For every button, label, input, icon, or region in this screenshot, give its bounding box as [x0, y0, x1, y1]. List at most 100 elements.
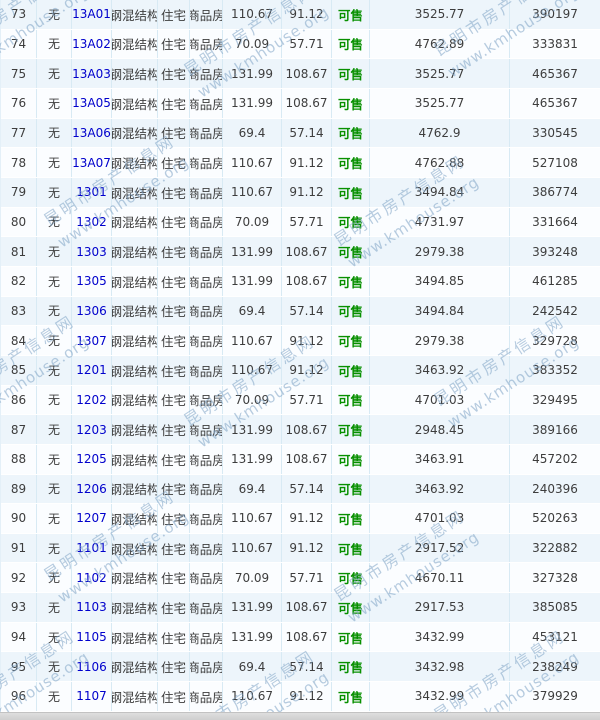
cell-annex: 无 — [37, 267, 72, 296]
room-number-link[interactable]: 1105 — [76, 630, 107, 644]
cell-sequence-number: 83 — [1, 297, 37, 326]
cell-price: 3494.84 — [370, 297, 510, 326]
cell-build-area: 69.4 — [223, 119, 282, 148]
cell-sale-status: 可售 — [332, 475, 370, 504]
status-badge: 可售 — [338, 361, 363, 380]
cell-sequence-number: 78 — [1, 148, 37, 177]
cell-inner-area: 108.67 — [282, 59, 332, 88]
cell-structure: 钢混结构 — [112, 593, 158, 622]
cell-sequence-number: 95 — [1, 652, 37, 681]
cell-record-id: 461285 — [510, 267, 600, 296]
cell-sequence-number: 79 — [1, 178, 37, 207]
room-number-link[interactable]: 1306 — [76, 304, 107, 318]
cell-annex: 无 — [37, 445, 72, 474]
cell-price: 2979.38 — [370, 326, 510, 355]
cell-inner-area: 57.71 — [282, 30, 332, 59]
room-number-link[interactable]: 1302 — [76, 215, 107, 229]
cell-category: 商品房 — [190, 356, 223, 385]
room-number-link[interactable]: 13A03 — [72, 67, 111, 81]
cell-annex: 无 — [37, 563, 72, 592]
status-badge: 可售 — [338, 301, 363, 320]
table-row: 80 无 1302 钢混结构 住宅 商品房 70.09 57.71 可售 473… — [1, 208, 600, 238]
room-number-link[interactable]: 1106 — [76, 660, 107, 674]
room-number-link[interactable]: 1205 — [76, 452, 107, 466]
cell-sequence-number: 74 — [1, 30, 37, 59]
room-number-link[interactable]: 1102 — [76, 571, 107, 585]
status-badge: 可售 — [338, 212, 363, 231]
cell-room-number: 1105 — [72, 623, 112, 652]
room-number-link[interactable]: 1202 — [76, 393, 107, 407]
room-number-link[interactable]: 13A07 — [72, 156, 111, 170]
room-number-link[interactable]: 13A05 — [72, 96, 111, 110]
cell-record-id: 527108 — [510, 148, 600, 177]
cell-price: 3432.99 — [370, 623, 510, 652]
cell-build-area: 131.99 — [223, 237, 282, 266]
cell-inner-area: 57.71 — [282, 563, 332, 592]
cell-category: 商品房 — [190, 386, 223, 415]
cell-structure: 钢混结构 — [112, 445, 158, 474]
cell-sale-status: 可售 — [332, 59, 370, 88]
room-number-link[interactable]: 1107 — [76, 689, 107, 703]
room-number-link[interactable]: 1201 — [76, 363, 107, 377]
cell-room-number: 13A06 — [72, 119, 112, 148]
cell-category: 商品房 — [190, 178, 223, 207]
table-row: 94 无 1105 钢混结构 住宅 商品房 131.99 108.67 可售 3… — [1, 623, 600, 653]
cell-record-id: 390197 — [510, 0, 600, 29]
room-number-link[interactable]: 1206 — [76, 482, 107, 496]
status-badge: 可售 — [338, 687, 363, 706]
cell-structure: 钢混结构 — [112, 119, 158, 148]
cell-inner-area: 57.14 — [282, 475, 332, 504]
cell-room-number: 1205 — [72, 445, 112, 474]
cell-inner-area: 108.67 — [282, 623, 332, 652]
status-badge: 可售 — [338, 628, 363, 647]
status-badge: 可售 — [338, 331, 363, 350]
room-number-link[interactable]: 13A02 — [72, 37, 111, 51]
cell-build-area: 69.4 — [223, 297, 282, 326]
room-number-link[interactable]: 1303 — [76, 245, 107, 259]
cell-sale-status: 可售 — [332, 356, 370, 385]
cell-usage: 住宅 — [158, 534, 190, 563]
status-badge: 可售 — [338, 598, 363, 617]
cell-category: 商品房 — [190, 148, 223, 177]
cell-structure: 钢混结构 — [112, 356, 158, 385]
cell-structure: 钢混结构 — [112, 504, 158, 533]
room-number-link[interactable]: 13A01 — [72, 7, 111, 21]
status-badge: 可售 — [338, 64, 363, 83]
cell-record-id: 520263 — [510, 504, 600, 533]
cell-inner-area: 91.12 — [282, 682, 332, 711]
cell-record-id: 386774 — [510, 178, 600, 207]
room-number-link[interactable]: 1301 — [76, 185, 107, 199]
cell-price: 4762.9 — [370, 119, 510, 148]
room-number-link[interactable]: 1305 — [76, 274, 107, 288]
cell-annex: 无 — [37, 89, 72, 118]
status-badge: 可售 — [338, 539, 363, 558]
cell-category: 商品房 — [190, 326, 223, 355]
cell-inner-area: 91.12 — [282, 356, 332, 385]
cell-room-number: 1206 — [72, 475, 112, 504]
cell-sale-status: 可售 — [332, 208, 370, 237]
room-number-link[interactable]: 1101 — [76, 541, 107, 555]
room-number-link[interactable]: 1103 — [76, 600, 107, 614]
cell-record-id: 329495 — [510, 386, 600, 415]
room-number-link[interactable]: 1203 — [76, 423, 107, 437]
cell-room-number: 1107 — [72, 682, 112, 711]
cell-build-area: 110.67 — [223, 148, 282, 177]
cell-room-number: 1305 — [72, 267, 112, 296]
cell-annex: 无 — [37, 682, 72, 711]
room-number-link[interactable]: 13A06 — [72, 126, 111, 140]
cell-price: 3525.77 — [370, 0, 510, 29]
room-number-link[interactable]: 1307 — [76, 334, 107, 348]
cell-sale-status: 可售 — [332, 0, 370, 29]
cell-build-area: 69.4 — [223, 475, 282, 504]
cell-build-area: 131.99 — [223, 593, 282, 622]
cell-annex: 无 — [37, 326, 72, 355]
table-row: 86 无 1202 钢混结构 住宅 商品房 70.09 57.71 可售 470… — [1, 386, 600, 416]
cell-sale-status: 可售 — [332, 326, 370, 355]
room-number-link[interactable]: 1207 — [76, 511, 107, 525]
table-row: 84 无 1307 钢混结构 住宅 商品房 110.67 91.12 可售 29… — [1, 326, 600, 356]
cell-sale-status: 可售 — [332, 178, 370, 207]
horizontal-scrollbar-track[interactable] — [0, 712, 600, 720]
cell-sequence-number: 73 — [1, 0, 37, 29]
cell-build-area: 110.67 — [223, 178, 282, 207]
cell-category: 商品房 — [190, 445, 223, 474]
